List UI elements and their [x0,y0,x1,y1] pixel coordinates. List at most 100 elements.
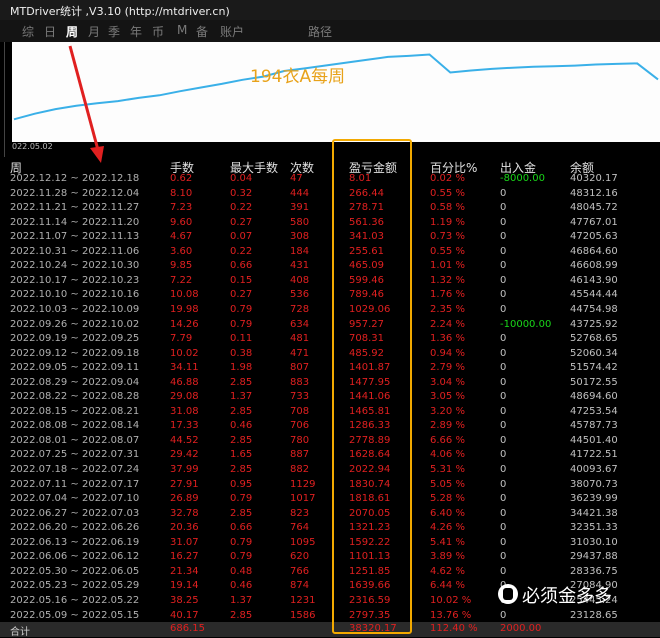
table-row[interactable]: 2022.10.10 ~ 2022.10.16 10.08 0.27 536 789.4… [0,288,660,303]
cell-lots: 37.99 [170,464,199,475]
cell-count: 708 [290,405,310,417]
weekly-stats-table: 周手数 最大手数 次数 盈亏金额 百分比% 出入金 余额 2022.12.12 ~ 2022… [0,157,660,637]
cell-count: 580 [290,216,310,228]
cell-lots: 7.23 [170,202,193,214]
table-row[interactable]: 2022.07.04 ~ 2022.07.10 26.89 0.79 1017 1818… [0,492,660,507]
cell-pnl: 2022.94 [349,464,391,475]
equity-curve-chart [13,53,659,121]
menu-item-7[interactable]: M [177,23,187,37]
table-row[interactable]: 2022.08.29 ~ 2022.09.04 46.88 2.85 883 1477.… [0,376,660,391]
cell-pnl: 1441.06 [349,391,391,403]
cell-cashflow: 0 [500,303,507,315]
table-row[interactable]: 2022.11.07 ~ 2022.11.13 4.67 0.07 308 341.03… [0,230,660,245]
menu-item-2[interactable]: 周 [66,23,78,40]
cell-max-lots: 2.85 [230,405,253,417]
cell-max-lots: 0.66 [230,522,253,534]
cell-cashflow: 0 [500,609,507,621]
cell-max-lots: 0.15 [230,274,253,286]
cell-count: 408 [290,274,310,286]
cell-count: 883 [290,376,310,388]
cell-max-lots: 0.79 [230,303,253,315]
cell-week: 2022.11.28 ~ 2022.12.04 [10,187,140,199]
total-label: 合计 [10,627,30,638]
cell-max-lots: 1.37 [230,391,253,403]
cell-pct: 0.94 % [430,347,465,359]
table-row[interactable]: 2022.05.30 ~ 2022.06.05 21.34 0.48 766 1251.… [0,565,660,580]
title-bar: MTDriver统计 ,V3.10 (http://mtdriver.cn) [0,0,660,20]
cell-pnl: 1321.23 [349,522,391,534]
cell-balance: 52060.34 [570,347,618,359]
table-row[interactable]: 2022.08.08 ~ 2022.08.14 17.33 0.46 706 1286.… [0,419,660,434]
cell-pct: 2.79 % [430,362,465,374]
table-row[interactable]: 2022.09.26 ~ 2022.10.02 14.26 0.79 634 957.2… [0,318,660,333]
table-row[interactable]: 2022.10.24 ~ 2022.10.30 9.85 0.66 431 465.09… [0,259,660,274]
cell-max-lots: 0.07 [230,231,253,243]
menu-item-1[interactable]: 日 [44,23,56,40]
cell-week: 2022.10.24 ~ 2022.10.30 [10,260,140,272]
table-row[interactable]: 2022.06.06 ~ 2022.06.12 16.27 0.79 620 1101.… [0,550,660,565]
cell-lots: 10.02 [170,347,199,359]
table-row[interactable]: 2022.09.12 ~ 2022.09.18 10.02 0.38 471 485.9… [0,347,660,362]
cell-lots: 46.88 [170,376,199,388]
table-row[interactable]: 2022.10.17 ~ 2022.10.23 7.22 0.15 408 599.46… [0,274,660,289]
cell-cashflow: 0 [500,551,507,563]
cell-count: 1586 [290,609,316,621]
cell-week: 2022.09.05 ~ 2022.09.11 [10,362,140,374]
cell-count: 807 [290,362,310,374]
cell-count: 47 [290,173,303,184]
cell-pnl: 561.36 [349,216,384,228]
table-row[interactable]: 2022.07.11 ~ 2022.07.17 27.91 0.95 1129 1830… [0,478,660,493]
table-row[interactable]: 2022.08.22 ~ 2022.08.28 29.08 1.37 733 1441.… [0,390,660,405]
cell-pct: 2.89 % [430,420,465,432]
cell-count: 1095 [290,536,316,548]
menu-item-9[interactable]: 账户 [220,23,244,40]
cell-pct: 3.05 % [430,391,465,403]
menu-item-4[interactable]: 季 [108,23,120,40]
cell-week: 2022.09.12 ~ 2022.09.18 [10,347,140,359]
table-row[interactable]: 2022.07.18 ~ 2022.07.24 37.99 2.85 882 2022.… [0,463,660,478]
cell-week: 2022.07.18 ~ 2022.07.24 [10,464,140,475]
cell-count: 431 [290,260,310,272]
table-row[interactable]: 2022.06.27 ~ 2022.07.03 32.78 2.85 823 2070.… [0,507,660,522]
cell-lots: 40.17 [170,609,199,621]
cell-lots: 0.62 [170,173,193,184]
cell-count: 706 [290,420,310,432]
table-row[interactable]: 2022.10.03 ~ 2022.10.09 19.98 0.79 728 1029.… [0,303,660,318]
cell-max-lots: 2.85 [230,464,253,475]
cell-pct: 1.01 % [430,260,465,272]
table-row[interactable]: 2022.06.20 ~ 2022.06.26 20.36 0.66 764 1321.… [0,521,660,536]
table-row[interactable]: 2022.09.19 ~ 2022.09.25 7.79 0.11 481 708.31… [0,332,660,347]
cell-cashflow: -10000.00 [500,318,552,330]
cell-balance: 38070.73 [570,478,618,490]
table-row[interactable]: 2022.07.25 ~ 2022.07.31 29.42 1.65 887 1628.… [0,448,660,463]
table-row[interactable]: 2022.11.21 ~ 2022.11.27 7.23 0.22 391 278.71… [0,201,660,216]
cell-balance: 40093.67 [570,464,618,475]
cell-pnl: 1401.87 [349,362,391,374]
table-row[interactable]: 2022.09.05 ~ 2022.09.11 34.11 1.98 807 1401.… [0,361,660,376]
table-row[interactable]: 2022.11.28 ~ 2022.12.04 8.10 0.32 444 266.44… [0,187,660,202]
cell-lots: 17.33 [170,420,199,432]
cell-lots: 7.79 [170,333,193,345]
cell-cashflow: 0 [500,187,507,199]
cell-pct: 5.28 % [430,493,465,505]
cell-cashflow: 0 [500,522,507,534]
table-row[interactable]: 2022.08.01 ~ 2022.08.07 44.52 2.85 780 2778.… [0,434,660,449]
table-row[interactable]: 2022.11.14 ~ 2022.11.20 9.60 0.27 580 561.36… [0,216,660,231]
menu-item-8[interactable]: 备 [196,23,208,40]
cell-balance: 48694.60 [570,391,618,403]
table-row[interactable]: 2022.08.15 ~ 2022.08.21 31.08 2.85 708 1465.… [0,405,660,420]
cell-pct: 3.04 % [430,376,465,388]
menu-item-5[interactable]: 年 [130,23,142,40]
cell-pct: 10.02 % [430,594,472,606]
menu-item-3[interactable]: 月 [88,23,100,40]
table-row[interactable]: 2022.06.13 ~ 2022.06.19 31.07 0.79 1095 1592… [0,536,660,551]
menu-item-6[interactable]: 币 [152,23,164,40]
cell-balance: 41722.51 [570,449,618,461]
cell-cashflow: 0 [500,565,507,577]
menu-item-0[interactable]: 综 [22,23,34,40]
table-row[interactable]: 2022.12.12 ~ 2022.12.18 0.62 0.04 47 8.01 0.0… [0,172,660,187]
menu-item-10[interactable]: 路径 [308,23,332,40]
cell-balance: 45544.44 [570,289,618,301]
table-row[interactable]: 2022.10.31 ~ 2022.11.06 3.60 0.22 184 255.61… [0,245,660,260]
cell-lots: 14.26 [170,318,199,330]
